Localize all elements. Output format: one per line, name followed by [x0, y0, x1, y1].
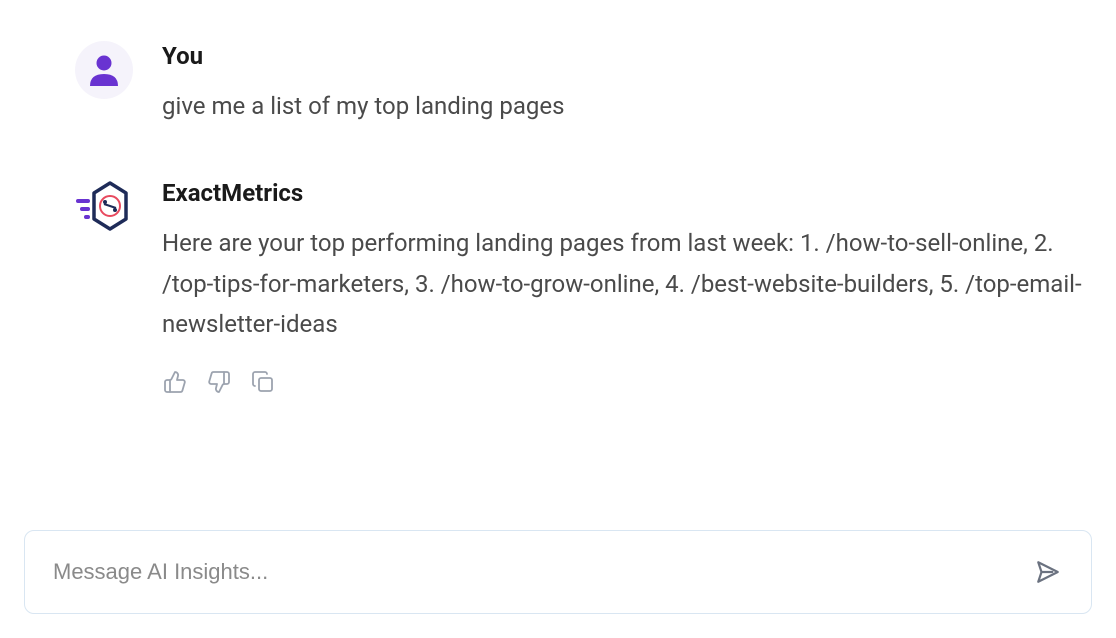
send-icon — [1035, 559, 1061, 585]
user-avatar — [74, 40, 134, 100]
send-button[interactable] — [1033, 557, 1063, 587]
thumbs-down-button[interactable] — [206, 369, 232, 395]
chat-container: You give me a list of my top landing pag… — [24, 40, 1092, 530]
copy-icon — [251, 370, 275, 394]
assistant-message-text: Here are your top performing landing pag… — [162, 223, 1092, 345]
assistant-message: ExactMetrics Here are your top performin… — [74, 177, 1092, 395]
user-author-label: You — [162, 42, 1092, 70]
assistant-message-content: ExactMetrics Here are your top performin… — [162, 177, 1092, 395]
thumbs-up-icon — [163, 370, 187, 394]
feedback-actions — [162, 369, 1092, 395]
exactmetrics-logo-icon — [74, 179, 134, 235]
message-input[interactable] — [53, 559, 1017, 585]
thumbs-down-icon — [207, 370, 231, 394]
user-message-content: You give me a list of my top landing pag… — [162, 40, 1092, 127]
user-message-text: give me a list of my top landing pages — [162, 86, 1092, 127]
user-message: You give me a list of my top landing pag… — [74, 40, 1092, 127]
assistant-avatar — [74, 177, 134, 237]
thumbs-up-button[interactable] — [162, 369, 188, 395]
person-icon — [84, 50, 124, 90]
message-input-container — [24, 530, 1092, 614]
assistant-author-label: ExactMetrics — [162, 179, 1092, 207]
copy-button[interactable] — [250, 369, 276, 395]
